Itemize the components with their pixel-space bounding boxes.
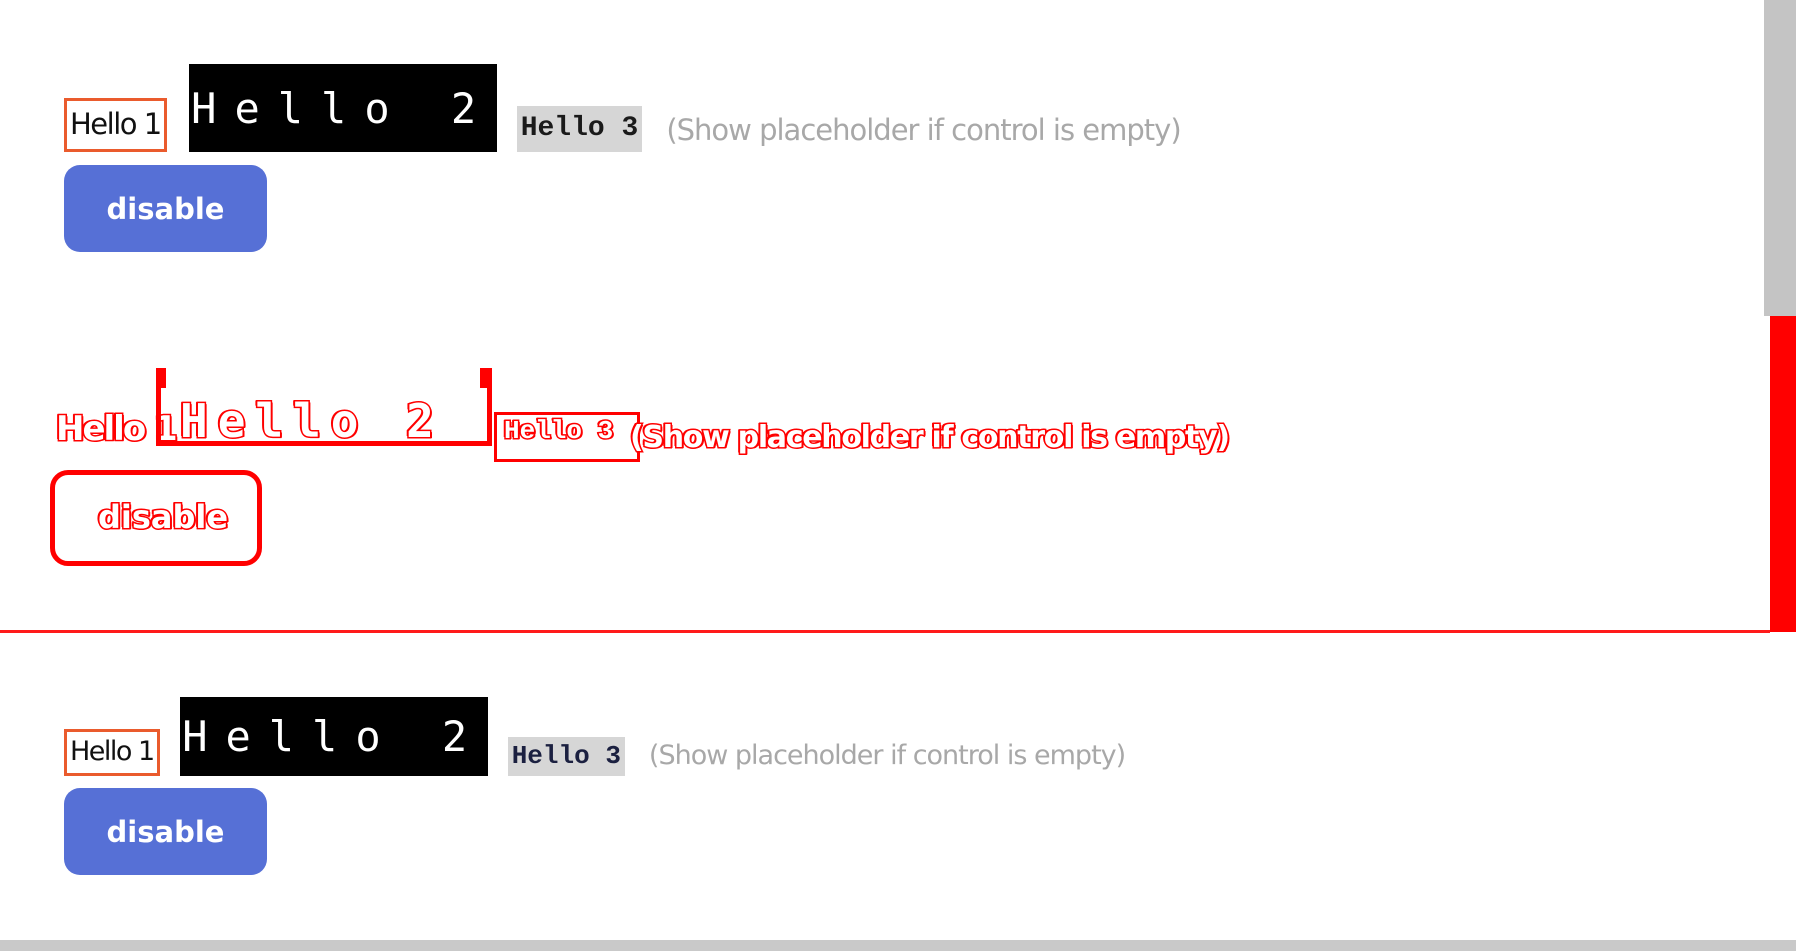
hello-2-label: Hello 2 — [179, 697, 488, 776]
bottom-scrollbar-strip — [0, 940, 1796, 951]
diff-placeholder: (Show placeholder if control is empty) — [629, 419, 1232, 457]
hello-1-label: Hello 1 — [64, 729, 160, 776]
placeholder-hint: (Show placeholder if control is empty) — [666, 113, 1181, 147]
diff-disable-label: disable — [96, 497, 229, 538]
top-preview-panel: Hello 1 Hello 2 Hello 3 (Show placeholde… — [0, 0, 1764, 314]
disable-button[interactable]: disable — [64, 788, 267, 875]
diff-hello-2: Hello 2 — [179, 393, 444, 450]
diff-hello-2-box-left-tab — [156, 368, 166, 388]
diff-overlay-panel: Hello 1 Hello 2 Hello 3 (Show placeholde… — [0, 316, 1770, 633]
disable-button[interactable]: disable — [64, 165, 267, 252]
hello-3-label: Hello 3 — [516, 106, 643, 152]
diff-hello-2-box-right-tab — [480, 368, 492, 388]
placeholder-hint: (Show placeholder if control is empty) — [648, 740, 1126, 771]
bottom-hello-row: Hello 1 Hello 2 Hello 3 (Show placeholde… — [64, 697, 1126, 776]
scrollbar-track[interactable] — [1764, 0, 1796, 316]
hello-3-label: Hello 3 — [507, 737, 625, 776]
diff-scrollbar-marker — [1770, 316, 1796, 632]
bottom-preview-panel: Hello 1 Hello 2 Hello 3 (Show placeholde… — [0, 633, 1764, 938]
top-hello-row: Hello 1 Hello 2 Hello 3 (Show placeholde… — [64, 64, 1182, 152]
hello-2-label: Hello 2 — [188, 64, 497, 152]
hello-1-label: Hello 1 — [64, 98, 167, 152]
diff-hello-3: Hello 3 — [502, 415, 614, 448]
